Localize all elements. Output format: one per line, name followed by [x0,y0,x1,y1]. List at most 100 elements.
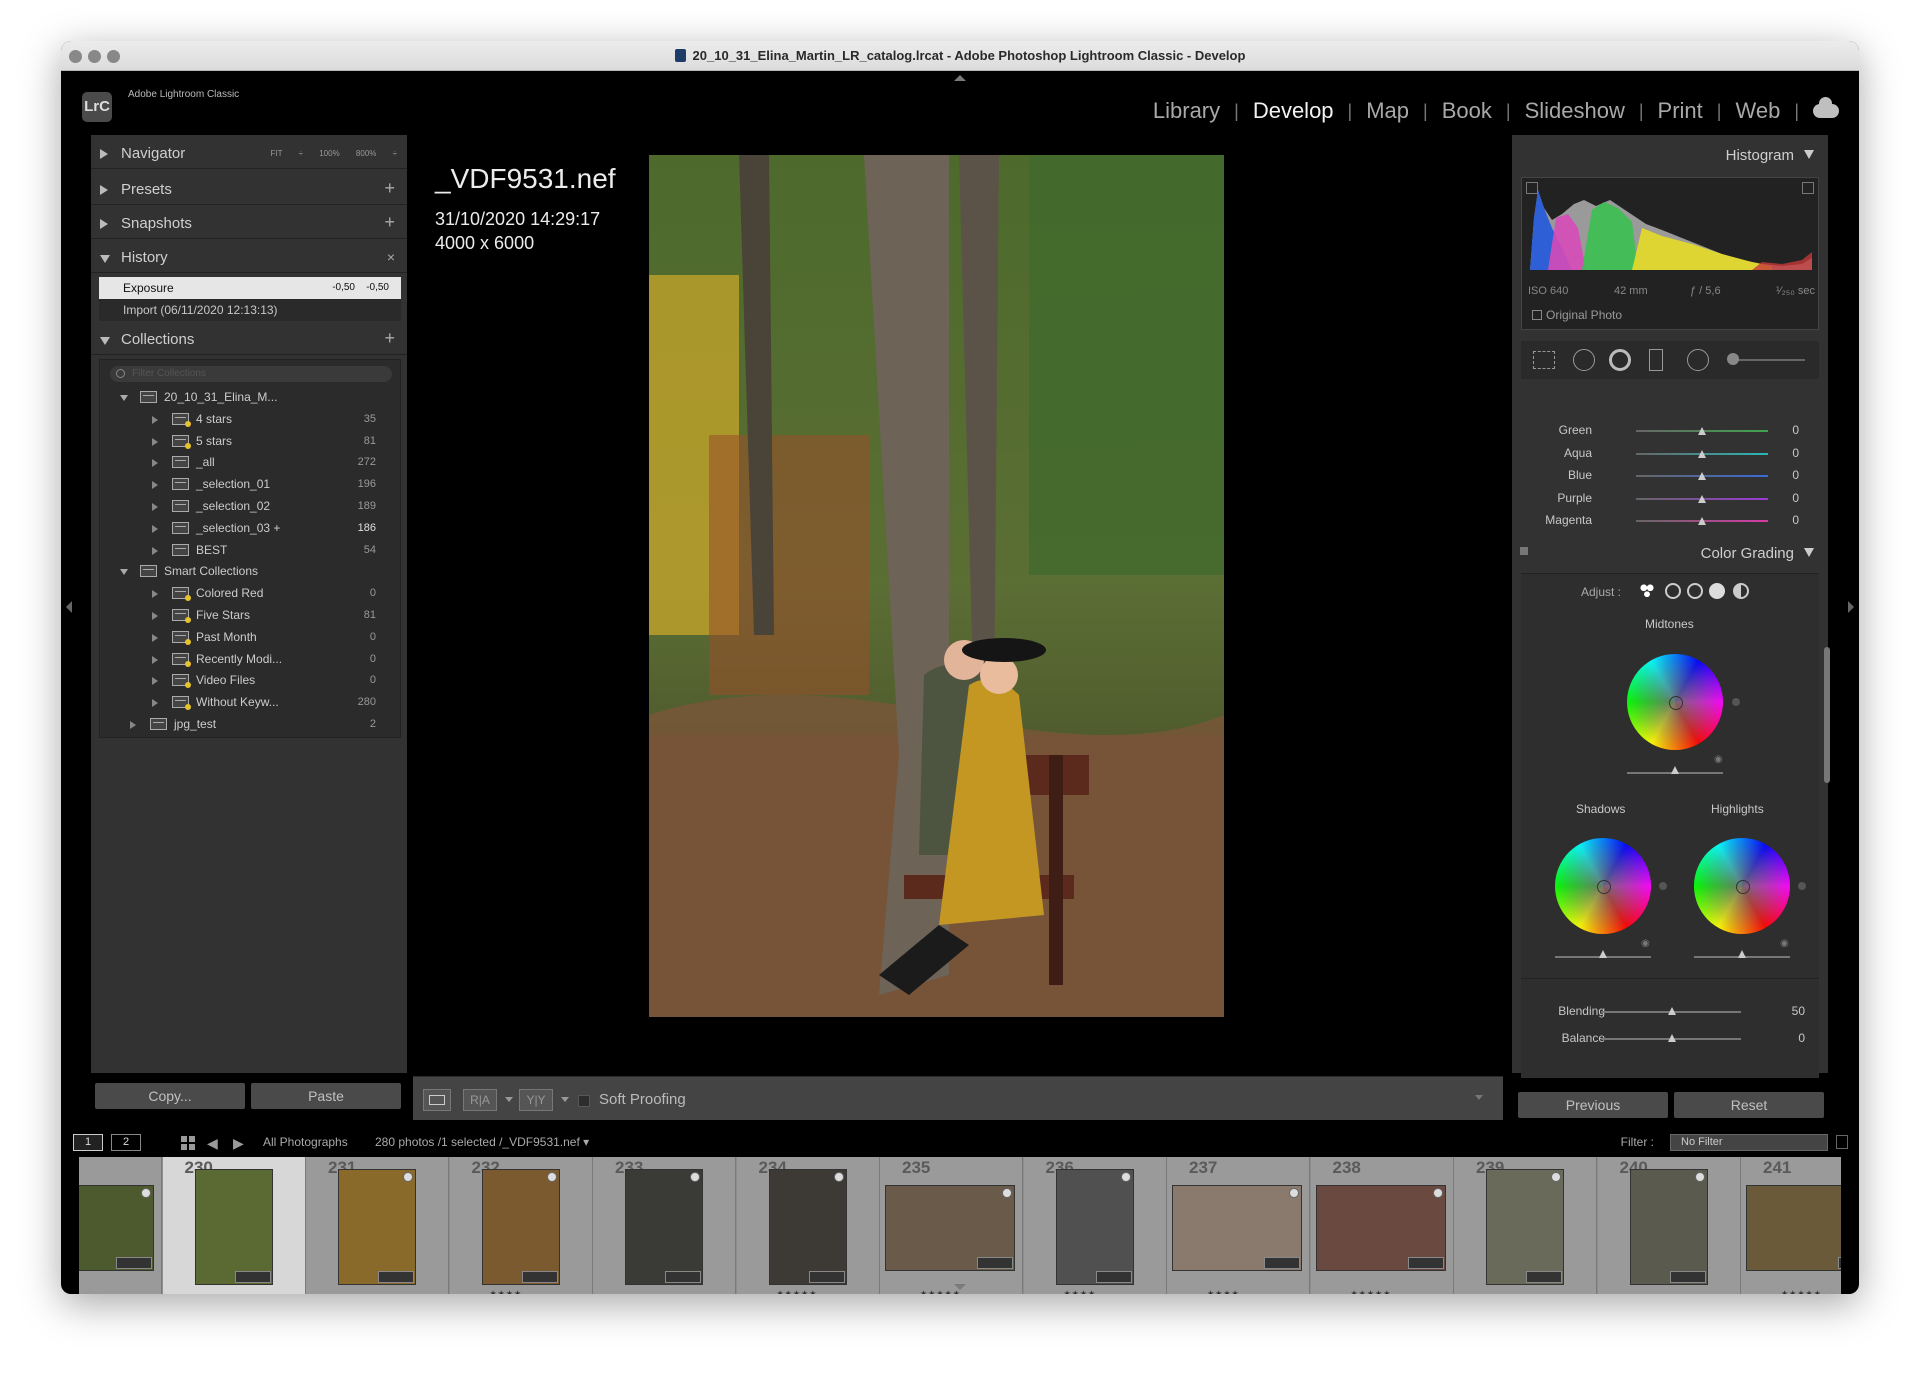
radial-filter-icon[interactable] [1687,349,1709,371]
thumbnail-select-circle-icon[interactable] [1694,1172,1705,1182]
panel-switch-icon[interactable] [1520,547,1528,555]
hsl-slider-thumb[interactable] [1698,472,1706,480]
filmstrip-thumbnail[interactable] [1746,1185,1841,1271]
three-way-view-icon[interactable] [1639,583,1655,599]
filter-lock-icon[interactable] [1836,1135,1848,1149]
expand-triangle-icon[interactable] [152,546,158,555]
hsl-value[interactable]: 0 [1792,468,1799,482]
collection-item[interactable]: Five Stars 81 [100,604,400,626]
module-map[interactable]: Map [1352,98,1423,124]
right-panel-toggle-icon[interactable] [1848,601,1854,613]
collection-item[interactable]: _selection_03 + 186 [100,517,400,539]
filmstrip-thumbnail[interactable] [338,1169,416,1285]
filmstrip-thumbnail[interactable] [625,1169,703,1285]
thumbnail-star-rating[interactable]: ★★★★★ [1781,1289,1822,1294]
hsl-slider-thumb[interactable] [1698,427,1706,435]
bottom-panel-toggle-icon[interactable] [954,1284,966,1290]
thumbnail-star-rating[interactable]: ★★★★★ [1351,1289,1392,1294]
crop-tool-icon[interactable] [1533,351,1555,369]
global-view-icon[interactable] [1733,583,1749,599]
hsl-slider-thumb[interactable] [1698,517,1706,525]
selection-status[interactable]: 280 photos /1 selected /_VDF9531.nef ▾ [375,1135,589,1149]
expand-triangle-icon[interactable] [152,590,158,599]
hsl-slider-thumb[interactable] [1698,494,1706,503]
toolbar-options-icon[interactable] [1475,1095,1483,1100]
red-eye-icon[interactable] [1609,349,1631,371]
navigator-header[interactable]: Navigator FIT ÷ 100% 800% ÷ [91,139,407,169]
blending-slider-thumb[interactable] [1668,1007,1676,1015]
copy-button[interactable]: Copy... [95,1083,245,1109]
filmstrip-cell[interactable]: 234 ★★★★★ [736,1157,880,1294]
expand-triangle-icon[interactable] [152,699,158,708]
reset-button[interactable]: Reset [1674,1092,1824,1118]
collapse-triangle-icon[interactable] [120,569,128,576]
history-header[interactable]: History × [91,243,407,273]
cloud-sync-icon[interactable] [1813,97,1839,118]
swap-before-after-button[interactable]: Y|Y [519,1089,553,1111]
module-library[interactable]: Library [1139,98,1234,124]
filmstrip-cell[interactable]: 241 ★★★★★ [1741,1157,1841,1294]
thumbnail-star-rating[interactable]: ★★★★ [490,1289,523,1294]
collection-item[interactable]: Past Month 0 [100,626,400,648]
collection-item[interactable]: 4 stars 35 [100,408,400,430]
filmstrip-cell[interactable]: 233 [593,1157,736,1294]
collapse-triangle-icon[interactable] [120,395,128,401]
collection-item[interactable]: _selection_01 196 [100,473,400,495]
grid-view-icon[interactable] [181,1136,195,1150]
collection-item[interactable]: Colored Red 0 [100,582,400,604]
left-panel-toggle-icon[interactable] [66,601,72,613]
shadows-saturation-dot[interactable] [1659,882,1667,890]
history-item[interactable]: Import (06/11/2020 12:13:13) [99,299,401,321]
collection-item[interactable]: jpg_test 2 [100,713,400,735]
expand-triangle-icon[interactable] [152,524,158,533]
highlights-view-icon[interactable] [1709,583,1725,599]
module-slideshow[interactable]: Slideshow [1511,98,1639,124]
filmstrip-thumbnail[interactable] [481,1169,560,1285]
add-preset-icon[interactable]: + [384,178,395,199]
module-web[interactable]: Web [1721,98,1794,124]
back-arrow-icon[interactable]: ◀ [207,1135,218,1152]
thumbnail-select-circle-icon[interactable] [690,1172,700,1182]
blending-value[interactable]: 50 [1792,1004,1805,1018]
thumbnail-select-circle-icon[interactable] [141,1188,151,1198]
midtones-color-wheel[interactable] [1627,654,1723,750]
shadow-clipping-indicator[interactable] [1526,182,1538,194]
previous-button[interactable]: Previous [1518,1092,1668,1118]
highlights-saturation-dot[interactable] [1798,882,1806,890]
expand-triangle-icon[interactable] [152,633,158,642]
add-snapshot-icon[interactable]: + [384,212,395,233]
secondary-window-button[interactable]: 2 [111,1134,141,1151]
soft-proofing-checkbox[interactable] [578,1095,590,1107]
module-print[interactable]: Print [1644,98,1717,124]
thumbnail-select-circle-icon[interactable] [403,1172,413,1182]
right-panel-scrollbar[interactable] [1824,647,1830,783]
collection-item[interactable]: Without Keyw... 280 [100,691,400,713]
hsl-value[interactable]: 0 [1792,491,1799,505]
shadows-color-wheel[interactable] [1555,838,1651,934]
top-panel-toggle-icon[interactable] [954,75,966,81]
swap-dropdown-icon[interactable] [561,1097,569,1102]
thumbnail-select-circle-icon[interactable] [1002,1188,1012,1198]
expand-triangle-icon[interactable] [152,612,158,620]
thumbnail-star-rating[interactable]: ★★★★ [1207,1289,1240,1294]
clear-history-icon[interactable]: × [387,249,395,265]
slider-thumb[interactable] [1738,950,1746,958]
thumbnail-select-circle-icon[interactable] [1289,1188,1299,1198]
collection-item[interactable]: Recently Modi... 0 [100,648,400,670]
shadows-luminance-slider[interactable] [1555,950,1651,958]
balance-value[interactable]: 0 [1798,1031,1805,1045]
filmstrip-thumbnail[interactable] [1055,1169,1134,1285]
graduated-filter-icon[interactable] [1649,349,1663,371]
collections-header[interactable]: Collections + [91,325,407,355]
filmstrip-thumbnail[interactable] [1486,1169,1564,1285]
filmstrip-cell[interactable]: 231 [306,1157,449,1294]
filmstrip-thumbnail[interactable] [194,1169,273,1285]
filmstrip-cell[interactable]: 239 [1454,1157,1597,1294]
filter-collections-input[interactable]: Filter Collections [110,366,392,382]
adjustment-brush-icon[interactable] [1727,353,1739,365]
spot-removal-icon[interactable] [1573,349,1595,371]
expand-triangle-icon[interactable] [152,437,158,446]
filmstrip-cell[interactable]: 237 ★★★★ [1167,1157,1310,1294]
expand-triangle-icon[interactable] [152,459,158,468]
expand-triangle-icon[interactable] [152,503,158,511]
